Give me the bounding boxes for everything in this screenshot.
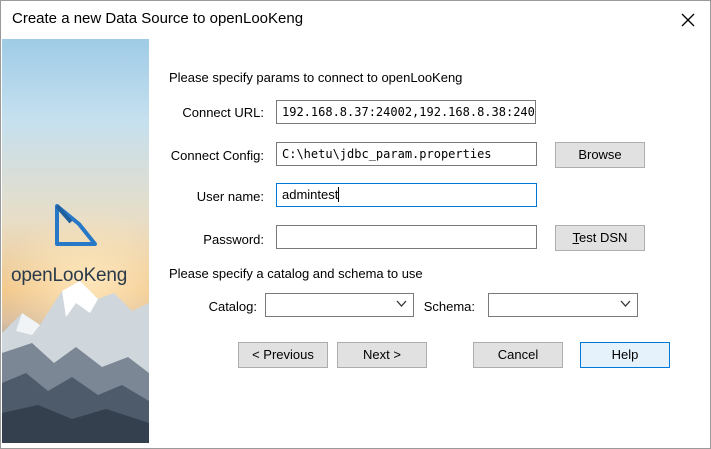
test-dsn-button[interactable]: Test DSN	[555, 225, 645, 251]
schema-label: Schema:	[423, 299, 475, 314]
logo-text-open: open	[11, 265, 53, 286]
user-name-label: User name:	[196, 189, 264, 204]
catalog-label: Catalog:	[208, 299, 257, 314]
help-button[interactable]: Help	[580, 342, 670, 368]
schema-dropdown[interactable]	[488, 293, 638, 317]
logo-text-lookeng: LooKeng	[52, 265, 128, 286]
next-button[interactable]: Next >	[337, 342, 427, 368]
openlookeng-logo-text: openLooKeng	[11, 265, 127, 287]
test-dsn-label: est DSN	[579, 230, 628, 245]
catalog-heading: Please specify a catalog and schema to u…	[169, 266, 423, 281]
password-input[interactable]	[276, 225, 537, 249]
cancel-button[interactable]: Cancel	[473, 342, 563, 368]
connect-url-input[interactable]: 192.168.8.37:24002,192.168.8.38:24002	[276, 100, 536, 124]
connect-heading: Please specify params to connect to open…	[169, 70, 463, 85]
form-content: Please specify params to connect to open…	[149, 39, 710, 448]
data-source-dialog: Create a new Data Source to openLooKeng …	[0, 0, 711, 449]
connect-config-label: Connect Config:	[170, 148, 264, 163]
browse-button[interactable]: Browse	[555, 142, 645, 168]
connect-url-label: Connect URL:	[182, 105, 264, 120]
openlookeng-logo-icon	[55, 204, 97, 246]
side-banner: openLooKeng	[2, 39, 149, 443]
close-button[interactable]	[666, 1, 710, 39]
user-name-value: admintest	[282, 187, 339, 202]
title-bar: Create a new Data Source to openLooKeng	[1, 1, 710, 39]
previous-button[interactable]: < Previous	[238, 342, 328, 368]
text-caret	[338, 187, 340, 202]
chevron-down-icon	[620, 300, 631, 307]
window-title: Create a new Data Source to openLooKeng	[12, 10, 304, 27]
connect-config-input[interactable]: C:\hetu\jdbc_param.properties	[276, 142, 537, 166]
user-name-input[interactable]: admintest	[276, 183, 537, 207]
mountain-illustration	[2, 281, 149, 443]
password-label: Password:	[203, 232, 264, 247]
close-icon	[681, 13, 695, 27]
